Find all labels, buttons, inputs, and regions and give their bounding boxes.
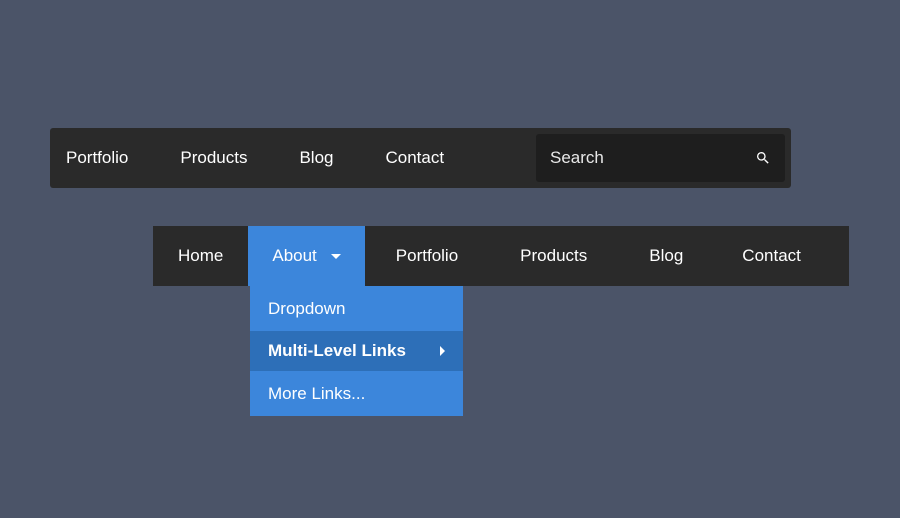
nav-item-about[interactable]: About (248, 226, 364, 286)
nav-item-contact[interactable]: Contact (360, 148, 471, 168)
nav-item-blog-2[interactable]: Blog (618, 226, 714, 286)
nav-item-about-label: About (272, 246, 316, 266)
nav-item-portfolio-2[interactable]: Portfolio (365, 226, 489, 286)
nav-item-portfolio[interactable]: Portfolio (66, 148, 154, 168)
nav-item-products-2[interactable]: Products (489, 226, 618, 286)
navbar-bottom: Home About Portfolio Products Blog Conta… (153, 226, 849, 286)
dropdown-item-label: More Links... (268, 384, 365, 404)
navbar-top: Portfolio Products Blog Contact (50, 128, 791, 188)
search-box (536, 134, 785, 182)
nav-item-blog[interactable]: Blog (273, 148, 359, 168)
dropdown-item-label: Multi-Level Links (268, 341, 406, 361)
nav-item-contact-2[interactable]: Contact (714, 226, 829, 286)
nav-item-home[interactable]: Home (153, 226, 248, 286)
dropdown-item-morelinks[interactable]: More Links... (250, 371, 463, 416)
dropdown-item-label: Dropdown (268, 299, 346, 319)
caret-down-icon (331, 254, 341, 259)
search-input[interactable] (550, 148, 730, 168)
caret-right-icon (440, 346, 445, 356)
search-icon[interactable] (755, 150, 771, 166)
dropdown-menu: Dropdown Multi-Level Links More Links... (250, 286, 463, 416)
nav-item-products[interactable]: Products (154, 148, 273, 168)
dropdown-item-multilevel[interactable]: Multi-Level Links (250, 331, 463, 371)
nav-links-top: Portfolio Products Blog Contact (66, 148, 470, 168)
dropdown-item-dropdown[interactable]: Dropdown (250, 286, 463, 331)
